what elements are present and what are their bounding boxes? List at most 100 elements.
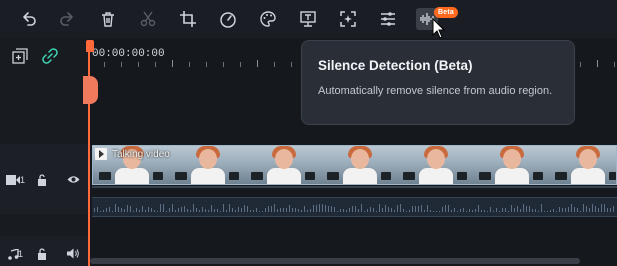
playhead[interactable] (88, 40, 90, 266)
beta-badge: Beta (434, 7, 458, 18)
waveform-bar (196, 208, 197, 212)
waveform-bar (394, 210, 395, 212)
waveform-bar (571, 204, 572, 212)
waveform-bar (361, 204, 362, 212)
waveform-bar (586, 206, 587, 212)
auto-reframe-icon (340, 11, 356, 27)
waveform-bar (493, 211, 494, 212)
waveform-bar (157, 211, 158, 212)
adjust-button[interactable] (377, 8, 399, 30)
redo-icon (60, 12, 73, 26)
color-button[interactable] (257, 8, 279, 30)
waveform-bar (103, 210, 104, 212)
waveform-bar (262, 211, 263, 212)
eye-icon (67, 175, 79, 183)
trash-icon (102, 12, 114, 27)
text-to-speech-button[interactable] (297, 8, 319, 30)
video-track-visibility-button[interactable] (66, 173, 80, 185)
link-button[interactable] (41, 47, 59, 65)
clip-thumbnail (245, 146, 322, 184)
video-track-lock-button[interactable] (36, 173, 48, 186)
waveform-bar (613, 206, 614, 212)
waveform-bar (178, 208, 179, 212)
clip-label: Talking video (112, 149, 170, 160)
waveform-bar (145, 210, 146, 212)
waveform-bar (337, 211, 338, 212)
split-button[interactable] (137, 8, 159, 30)
delete-button[interactable] (97, 8, 119, 30)
timecode-label: 00:00:00:00 (92, 48, 165, 60)
waveform-bar (268, 206, 269, 212)
unlock-icon (38, 247, 46, 260)
ruler-tick (121, 62, 122, 67)
waveform-bar (424, 210, 425, 212)
waveform-bar (601, 204, 602, 212)
waveform-bar (511, 205, 512, 212)
add-track-button[interactable] (11, 47, 29, 65)
waveform-bar (100, 211, 101, 212)
waveform-bar (454, 208, 455, 212)
waveform-bar (574, 207, 575, 212)
waveform-bar (307, 210, 308, 212)
waveform-bar (373, 208, 374, 212)
waveform-bar (247, 206, 248, 212)
waveform-bar (328, 206, 329, 212)
playhead-marker[interactable] (83, 76, 98, 104)
waveform-bar (370, 207, 371, 212)
waveform-bar (451, 210, 452, 212)
waveform-bar (472, 210, 473, 212)
waveform-bar (298, 209, 299, 212)
tooltip-description: Automatically remove silence from audio … (318, 85, 553, 97)
waveform-bar (175, 210, 176, 212)
auto-reframe-button[interactable] (337, 8, 359, 30)
waveform-bar (190, 210, 191, 212)
waveform-bar (142, 206, 143, 212)
waveform-bar (169, 208, 170, 212)
waveform-bar (244, 205, 245, 212)
waveform-bar (289, 205, 290, 212)
ruler-tick (580, 62, 581, 67)
crop-icon (180, 11, 196, 27)
ruler-tick (104, 62, 105, 67)
waveform-bar (604, 204, 605, 212)
undo-button[interactable] (18, 8, 40, 30)
video-clip[interactable] (92, 145, 617, 185)
waveform-bar (475, 209, 476, 212)
waveform-bar (121, 208, 122, 212)
crop-button[interactable] (177, 8, 199, 30)
waveform-bar (115, 204, 116, 212)
waveform-bar (265, 208, 266, 212)
waveform-bar (316, 205, 317, 212)
waveform-bar (490, 207, 491, 212)
waveform-bar (163, 204, 164, 212)
waveform-bar (499, 211, 500, 212)
timeline-scrollbar[interactable] (90, 258, 580, 264)
scissors-icon (140, 11, 156, 27)
clip-thumbnail (169, 146, 246, 184)
waveform-bar (181, 207, 182, 212)
waveform-bar (301, 210, 302, 212)
clip-divider (92, 186, 617, 188)
waveform-bar (277, 209, 278, 212)
playhead-handle[interactable] (86, 40, 94, 52)
redo-button[interactable] (56, 8, 78, 30)
waveform-bar (355, 206, 356, 212)
waveform-bar (403, 209, 404, 212)
waveform-bar (202, 207, 203, 212)
audio-track-lock-button[interactable] (36, 247, 48, 260)
clip-thumbnail (473, 146, 550, 184)
waveform-bar (418, 206, 419, 212)
speed-button[interactable] (217, 8, 239, 30)
audio-track-mute-button[interactable] (66, 247, 80, 259)
tooltip: Silence Detection (Beta) Automatically r… (301, 40, 575, 125)
waveform-bar (445, 205, 446, 212)
waveform-bar (340, 209, 341, 212)
waveform-bar (463, 208, 464, 212)
waveform-bar (607, 208, 608, 212)
waveform-bar (106, 208, 107, 212)
waveform-bar (409, 210, 410, 212)
waveform-bar (427, 205, 428, 212)
waveform-bar (502, 208, 503, 212)
audio-waveform[interactable] (92, 197, 617, 217)
waveform-bar (397, 205, 398, 212)
